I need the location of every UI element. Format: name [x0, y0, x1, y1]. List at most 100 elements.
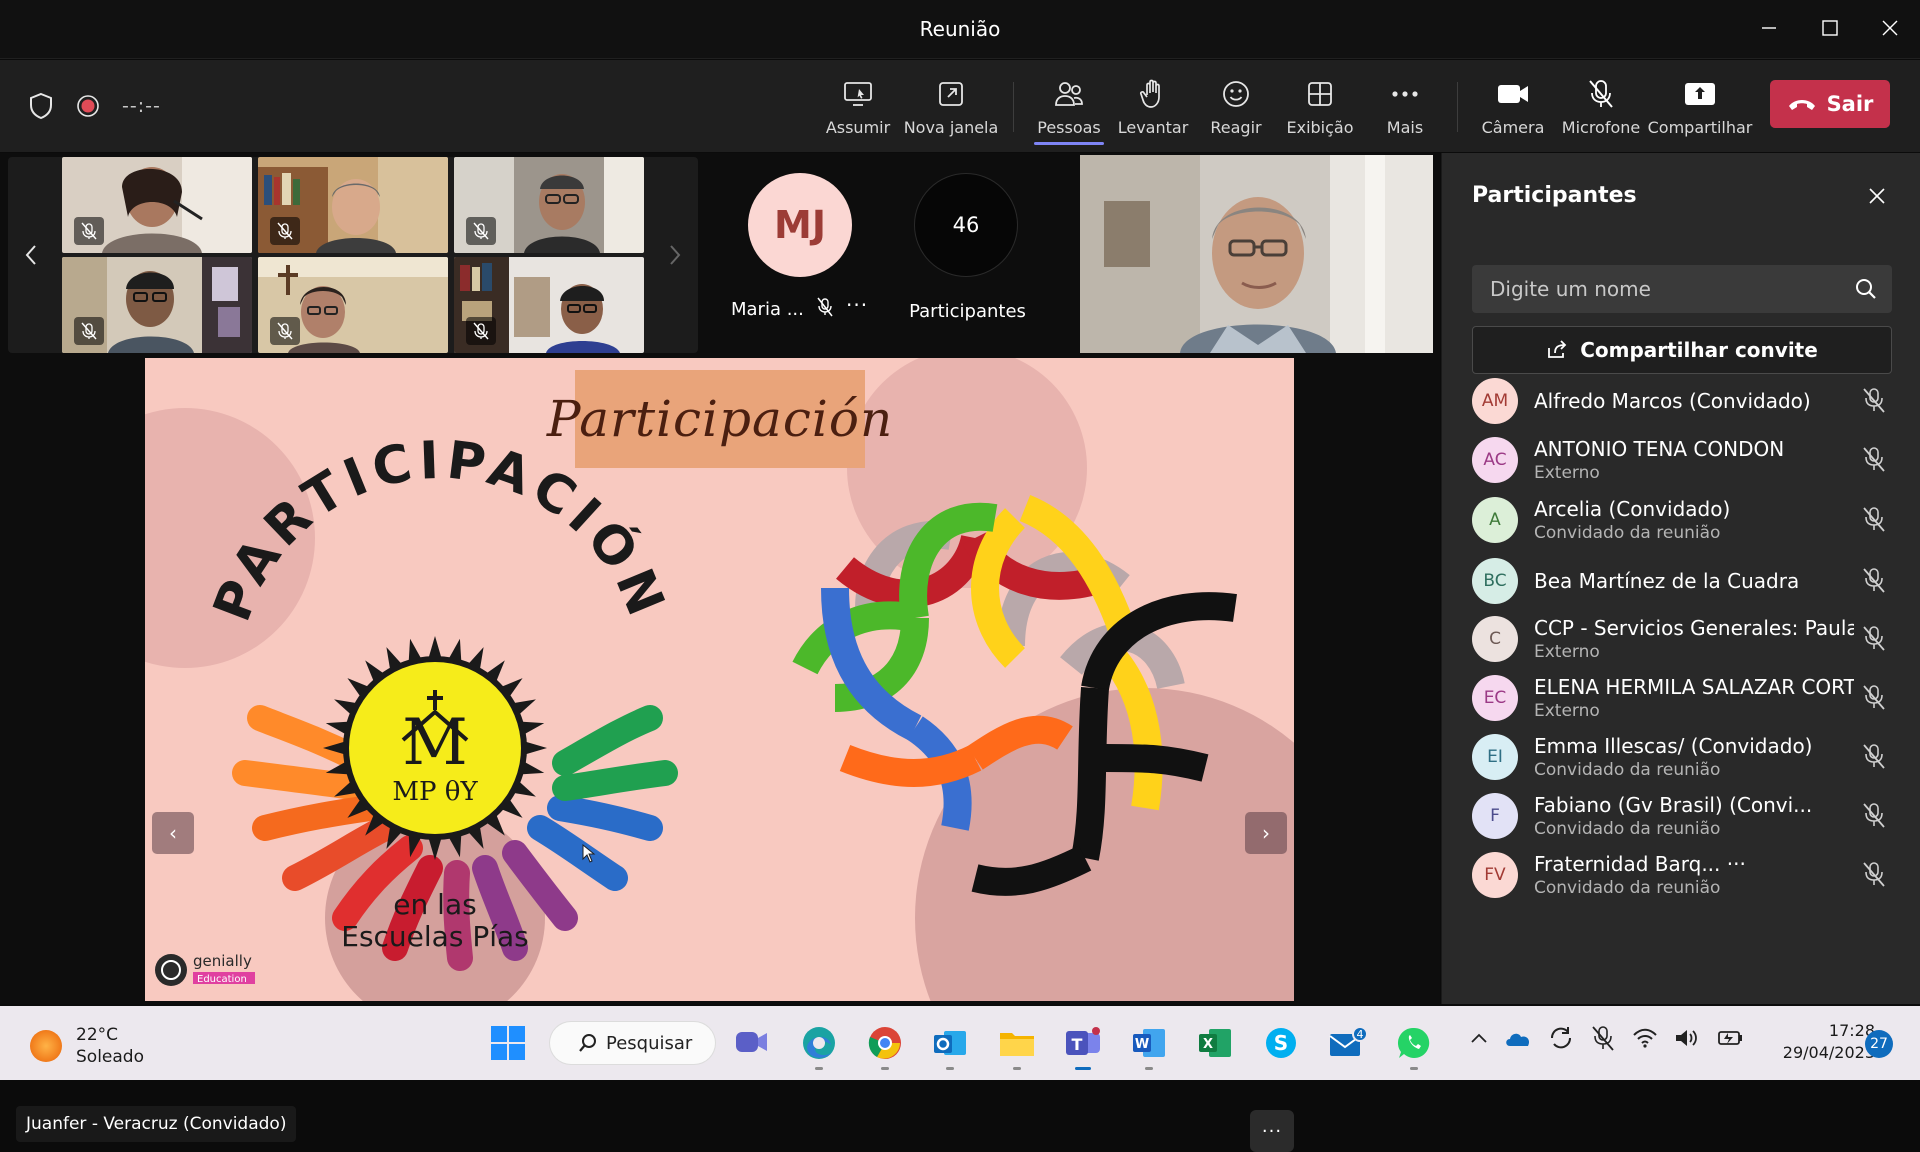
muted-indicator: [74, 317, 104, 345]
microfone-button[interactable]: Microfone: [1560, 74, 1642, 144]
share-invite-label: Compartilhar convite: [1580, 338, 1818, 362]
share-invite-button[interactable]: Compartilhar convite: [1472, 326, 1892, 374]
mais-button[interactable]: Mais: [1370, 74, 1440, 144]
mouse-cursor-icon: [582, 844, 596, 863]
video-gallery: [8, 157, 698, 353]
minimize-button[interactable]: [1745, 8, 1793, 48]
camera-button[interactable]: Câmera: [1478, 74, 1548, 144]
panel-close-button[interactable]: [1862, 181, 1892, 211]
teams-app[interactable]: T: [1058, 1018, 1108, 1070]
muted-indicator: [466, 217, 496, 245]
search-icon[interactable]: [1854, 277, 1878, 301]
microphone-off-icon: [277, 222, 293, 240]
teams-chat-app[interactable]: [727, 1018, 777, 1068]
participant-video[interactable]: [454, 157, 644, 253]
take-control-icon: [844, 82, 872, 106]
exibicao-button[interactable]: Exibição: [1284, 74, 1356, 144]
start-button[interactable]: [483, 1018, 533, 1068]
video-chat-icon: [736, 1032, 767, 1052]
participant-video[interactable]: [258, 257, 448, 353]
participant-count-label: Participantes: [909, 301, 1026, 322]
pop-out-icon: [939, 82, 963, 106]
participant-video[interactable]: [258, 157, 448, 253]
compartilhar-button[interactable]: Compartilhar: [1648, 74, 1752, 144]
active-tab-indicator: [1034, 142, 1104, 145]
taskbar-search[interactable]: Pesquisar: [550, 1022, 715, 1064]
participant-role: Externo: [1534, 642, 1600, 662]
gallery-next-button[interactable]: [652, 157, 698, 353]
file-explorer-app[interactable]: [992, 1018, 1042, 1070]
chrome-icon: [868, 1027, 901, 1059]
mail-app[interactable]: 4: [1323, 1018, 1373, 1068]
participant-count: 46: [914, 173, 1018, 277]
svg-text:W: W: [1135, 1037, 1149, 1052]
microphone-off-icon[interactable]: [1590, 1024, 1616, 1052]
participant-role: Externo: [1534, 463, 1600, 483]
slide-next-button[interactable]: ›: [1245, 812, 1287, 854]
excel-app[interactable]: X: [1190, 1018, 1240, 1068]
system-tray: [1470, 1024, 1744, 1052]
edge-app[interactable]: [794, 1018, 844, 1070]
toolbar-divider: [1457, 82, 1458, 132]
participant-name: Fraternidad Barq... ···: [1534, 852, 1746, 876]
leave-meeting-button[interactable]: Sair: [1770, 80, 1890, 128]
avatar: F: [1472, 793, 1518, 839]
microphone-off-icon: [1862, 624, 1886, 656]
chevron-up-icon[interactable]: [1470, 1032, 1488, 1044]
svg-text:T: T: [1072, 1035, 1083, 1054]
participant-video[interactable]: [62, 257, 252, 353]
participant-role: Externo: [1534, 701, 1600, 721]
people-icon: [1055, 82, 1083, 106]
microphone-off-icon: [1862, 683, 1886, 715]
skype-app[interactable]: S: [1256, 1018, 1306, 1068]
word-app[interactable]: W: [1124, 1018, 1174, 1070]
reagir-button[interactable]: Reagir: [1205, 74, 1267, 144]
maximize-button[interactable]: [1806, 8, 1854, 48]
slide-prev-button[interactable]: ‹: [152, 812, 194, 854]
weather-widget[interactable]: 22°C Soleado: [30, 1024, 144, 1068]
shield-icon[interactable]: [28, 92, 54, 120]
microphone-off-icon: [1862, 860, 1886, 892]
stage-more-options-button[interactable]: ···: [1250, 1110, 1294, 1152]
microphone-off-icon: [81, 222, 97, 240]
participant-count-tile[interactable]: 46 Participantes: [900, 173, 1040, 343]
participant-video[interactable]: [454, 257, 644, 353]
volume-icon[interactable]: [1674, 1027, 1700, 1049]
participant-tile-maria[interactable]: MJ Maria ... ···: [716, 173, 886, 343]
battery-charging-icon[interactable]: [1716, 1027, 1744, 1049]
wifi-icon[interactable]: [1632, 1027, 1658, 1049]
system-clock[interactable]: 17:28 29/04/2023: [1745, 1020, 1875, 1064]
avatar: MJ: [748, 173, 852, 277]
muted-indicator: [466, 317, 496, 345]
participants-panel: Participantes Compartilhar convite AM Alf…: [1441, 153, 1920, 1004]
chrome-app[interactable]: [860, 1018, 910, 1070]
camera-icon: [1498, 85, 1528, 103]
shared-presentation-slide[interactable]: M MP θΥ PARTICIPACIÓN en las Escuelas Pí…: [145, 358, 1294, 1001]
svg-text:4: 4: [1357, 1028, 1364, 1041]
active-speaker-video[interactable]: [1080, 155, 1433, 353]
sunny-icon: [30, 1030, 62, 1062]
microphone-off-icon: [277, 322, 293, 340]
close-window-button[interactable]: [1866, 8, 1914, 48]
svg-text:Escuelas Pías: Escuelas Pías: [341, 920, 528, 953]
gallery-prev-button[interactable]: [8, 157, 54, 353]
compartilhar-label: Compartilhar: [1647, 118, 1753, 137]
participant-role: Convidado da reunião: [1534, 878, 1721, 898]
participant-row[interactable]: FV Fraternidad Barq... ··· Convidado da re…: [1442, 840, 1920, 912]
onedrive-icon[interactable]: [1504, 1026, 1532, 1050]
assumir-label: Assumir: [825, 118, 891, 137]
teams-icon: T: [1066, 1027, 1100, 1055]
notification-badge[interactable]: 27: [1865, 1030, 1893, 1058]
raise-hand-icon: [1139, 79, 1160, 108]
nova-janela-button[interactable]: Nova janela: [904, 74, 998, 144]
participant-video[interactable]: [62, 157, 252, 253]
whatsapp-app[interactable]: [1389, 1018, 1439, 1070]
sync-icon[interactable]: [1548, 1025, 1574, 1051]
outlook-app[interactable]: [925, 1018, 975, 1070]
levantar-button[interactable]: Levantar: [1118, 74, 1188, 144]
participant-search-input[interactable]: [1472, 265, 1892, 313]
pessoas-button[interactable]: Pessoas: [1034, 74, 1104, 144]
assumir-button[interactable]: Assumir: [826, 74, 890, 144]
svg-text:genially: genially: [193, 952, 252, 970]
more-options-icon[interactable]: ···: [846, 293, 868, 317]
